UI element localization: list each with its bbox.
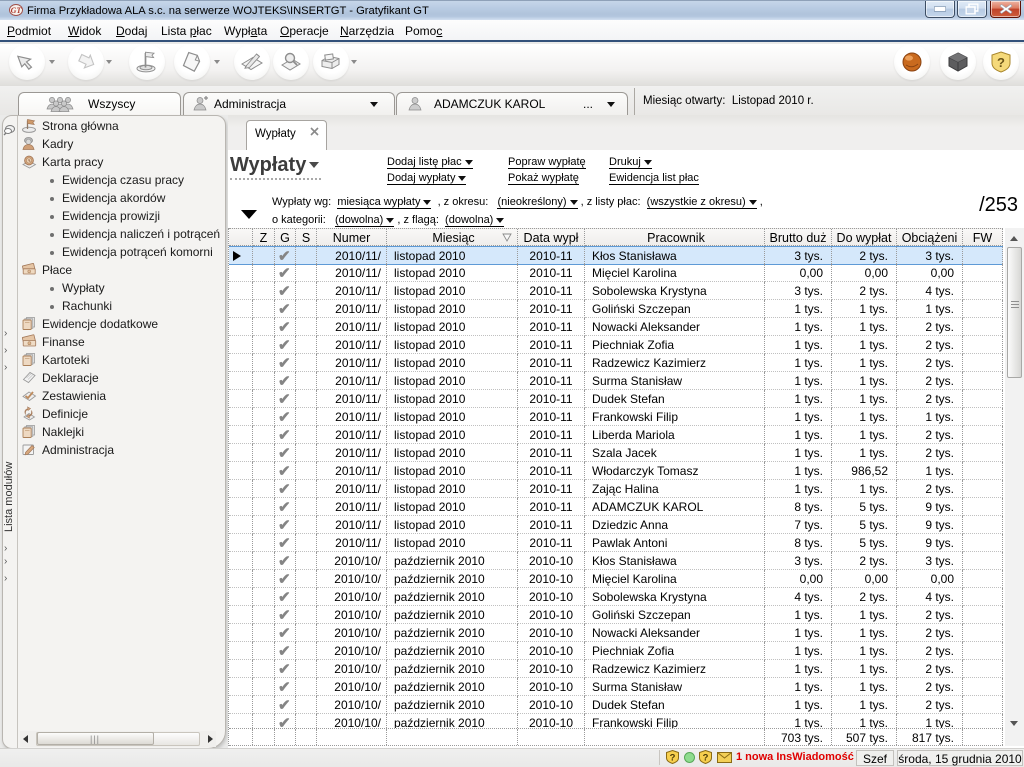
svg-text:?: ? — [670, 753, 676, 764]
svg-text:GT: GT — [11, 6, 23, 15]
svg-text:?: ? — [703, 753, 709, 764]
svg-text:?: ? — [997, 55, 1005, 70]
